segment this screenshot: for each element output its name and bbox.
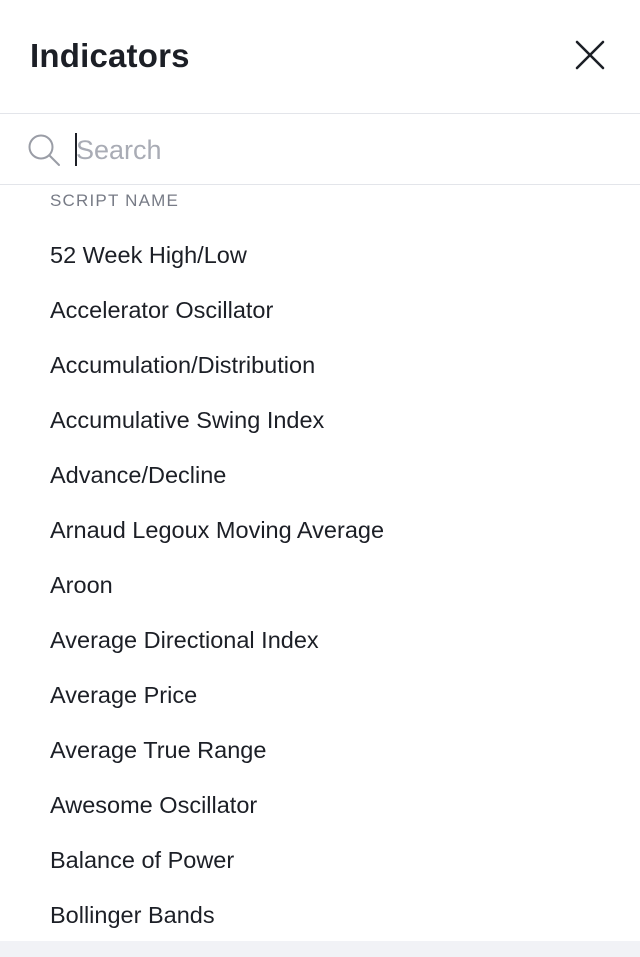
section-label-script-name: SCRIPT NAME [50, 191, 180, 210]
search-bar [0, 114, 640, 185]
list-item[interactable]: Accelerator Oscillator [0, 283, 640, 338]
list-item[interactable]: Accumulative Swing Index [0, 393, 640, 448]
list-item[interactable]: Average Directional Index [0, 613, 640, 668]
search-icon [28, 134, 60, 166]
list-item[interactable]: Aroon [0, 558, 640, 613]
list-item[interactable]: Accumulation/Distribution [0, 338, 640, 393]
list-item[interactable]: Average True Range [0, 723, 640, 778]
list-item[interactable]: Arnaud Legoux Moving Average [0, 503, 640, 558]
list-item[interactable]: Average Price [0, 668, 640, 723]
panel-header: Indicators [0, 0, 640, 114]
close-icon [575, 40, 605, 70]
list-item[interactable]: Awesome Oscillator [0, 778, 640, 833]
search-input[interactable] [74, 128, 616, 172]
indicators-panel: Indicators SCRIPT NAME 52 Week High/LowA… [0, 0, 640, 957]
list-item[interactable]: Bollinger Bands [0, 888, 640, 943]
panel-title: Indicators [30, 37, 190, 74]
text-caret [75, 133, 77, 166]
bottom-bar [0, 941, 640, 957]
list-item[interactable]: 52 Week High/Low [0, 228, 640, 283]
close-button[interactable] [566, 32, 614, 80]
indicator-list: 52 Week High/Low Accelerator Oscillator Ac… [0, 228, 640, 943]
list-item[interactable]: Balance of Power [0, 833, 640, 888]
list-item[interactable]: Advance/Decline [0, 448, 640, 503]
